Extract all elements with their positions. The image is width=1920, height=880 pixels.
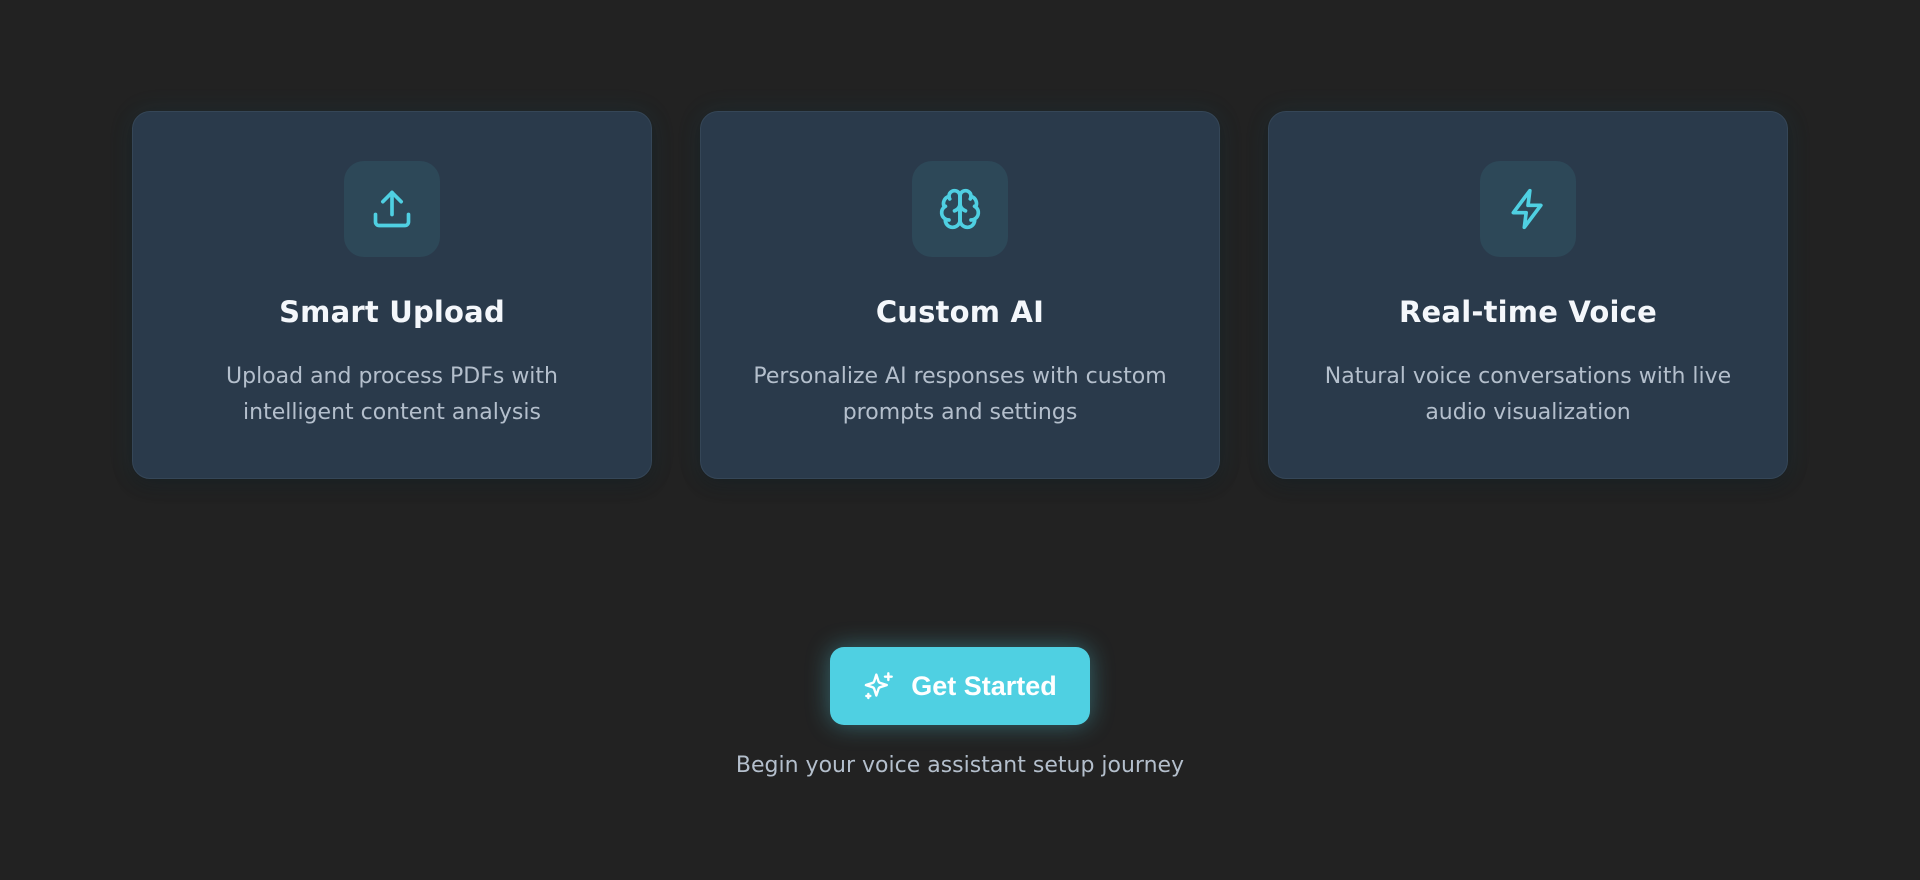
sparkles-icon (864, 672, 894, 700)
cta-subtext: Begin your voice assistant setup journey (735, 753, 1185, 778)
lightning-icon (1480, 161, 1576, 257)
welcome-page: Smart Upload Upload and process PDFs wit… (0, 0, 1920, 880)
feature-description: Natural voice conversations with live au… (1324, 364, 1732, 425)
get-started-button[interactable]: Get Started (830, 647, 1090, 725)
feature-title: Smart Upload (279, 295, 505, 329)
feature-card-realtime-voice: Real-time Voice Natural voice conversati… (1268, 111, 1788, 479)
feature-cards: Smart Upload Upload and process PDFs wit… (132, 111, 1788, 479)
upload-icon (344, 161, 440, 257)
feature-card-smart-upload: Smart Upload Upload and process PDFs wit… (132, 111, 652, 479)
feature-description: Upload and process PDFs with intelligent… (226, 364, 558, 425)
feature-title: Real-time Voice (1399, 295, 1657, 329)
get-started-label: Get Started (911, 670, 1057, 701)
feature-card-custom-ai: Custom AI Personalize AI responses with … (700, 111, 1220, 479)
feature-title: Custom AI (875, 295, 1045, 329)
cta-section: Get Started Begin your voice assistant s… (0, 647, 1920, 778)
feature-description: Personalize AI responses with custom pro… (753, 364, 1167, 425)
brain-icon (912, 161, 1008, 257)
